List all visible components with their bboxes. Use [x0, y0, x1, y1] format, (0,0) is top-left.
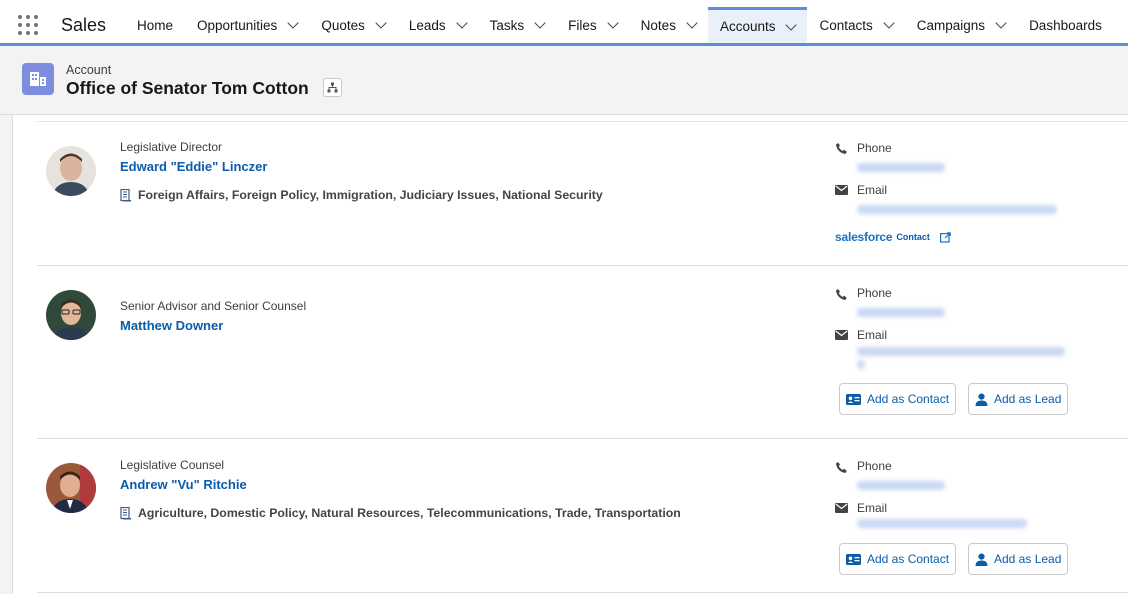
- tab-label: Opportunities: [197, 17, 278, 33]
- phone-value-redacted: [857, 163, 945, 172]
- external-link-icon: [939, 231, 951, 243]
- hierarchy-button[interactable]: [323, 78, 342, 97]
- tab-contacts[interactable]: Contacts: [807, 7, 904, 43]
- phone-label: Phone: [857, 141, 892, 155]
- email-label: Email: [857, 501, 888, 515]
- chevron-down-icon[interactable]: [686, 17, 698, 29]
- contact-card-icon: [846, 553, 861, 565]
- email-label: Email: [857, 328, 888, 342]
- person-name-link[interactable]: Edward "Eddie" Linczer: [120, 159, 267, 174]
- add-as-lead-label: Add as Lead: [994, 552, 1062, 566]
- tab-label: Leads: [408, 17, 446, 33]
- record-header: Account Office of Senator Tom Cotton: [0, 49, 1128, 115]
- salesforce-contact-link[interactable]: salesforce Contact: [835, 230, 951, 244]
- add-as-contact-button[interactable]: Add as Contact: [839, 543, 957, 575]
- salesforce-brand: salesforce: [835, 230, 893, 244]
- tab-label: Files: [568, 17, 597, 33]
- tab-campaigns[interactable]: Campaigns: [905, 7, 1017, 43]
- person-name-link[interactable]: Andrew "Vu" Ritchie: [120, 477, 247, 492]
- add-as-contact-button[interactable]: Add as Contact: [839, 383, 957, 415]
- nav-tabs: Home Opportunities Quotes Leads Tasks Fi…: [125, 7, 1114, 43]
- phone-icon: [836, 143, 847, 154]
- email-value-redacted: [857, 519, 1027, 528]
- avatar: [46, 463, 96, 513]
- tab-label: Accounts: [719, 19, 776, 34]
- chevron-down-icon[interactable]: [287, 17, 299, 29]
- chevron-down-icon[interactable]: [785, 18, 798, 31]
- page-title: Office of Senator Tom Cotton: [66, 78, 309, 98]
- app-name: Sales: [61, 15, 107, 35]
- salesforce-contact-label: Contact: [896, 232, 930, 242]
- tab-accounts[interactable]: Accounts: [707, 7, 808, 43]
- add-as-contact-label: Add as Contact: [867, 392, 950, 406]
- phone-value-redacted: [857, 308, 945, 317]
- issue-list: Foreign Affairs, Foreign Policy, Immigra…: [120, 188, 603, 202]
- chevron-down-icon[interactable]: [455, 17, 468, 29]
- chevron-down-icon[interactable]: [883, 17, 895, 29]
- contact-card-icon: [846, 393, 861, 405]
- chevron-down-icon[interactable]: [607, 17, 619, 29]
- document-icon: [120, 188, 131, 201]
- list-item: Senior Advisor and Senior Counsel Matthe…: [37, 266, 1128, 439]
- list-item: Legislative Director Edward "Eddie" Linc…: [37, 121, 1128, 266]
- tab-label: Tasks: [489, 17, 525, 33]
- tab-home[interactable]: Home: [125, 7, 185, 43]
- tab-dashboards[interactable]: Dashboards: [1017, 7, 1114, 43]
- add-as-lead-label: Add as Lead: [994, 392, 1062, 406]
- email-icon: [835, 503, 848, 513]
- user-icon: [975, 393, 988, 406]
- staff-list-panel: Legislative Director Edward "Eddie" Linc…: [12, 115, 1128, 594]
- phone-value-redacted: [857, 481, 945, 490]
- tab-label: Notes: [640, 17, 676, 33]
- tab-label: Campaigns: [916, 17, 986, 33]
- issue-text: Foreign Affairs, Foreign Policy, Immigra…: [138, 188, 603, 202]
- email-label: Email: [857, 183, 888, 197]
- email-icon: [835, 330, 848, 340]
- object-label: Account: [66, 63, 112, 77]
- phone-icon: [836, 289, 847, 300]
- email-value-redacted: [857, 347, 1065, 356]
- tab-tasks[interactable]: Tasks: [478, 7, 557, 43]
- email-value-redacted-wrap: [857, 360, 865, 369]
- phone-label: Phone: [857, 459, 892, 473]
- email-icon: [835, 185, 848, 195]
- add-as-lead-button[interactable]: Add as Lead: [968, 543, 1069, 575]
- phone-icon: [836, 462, 847, 473]
- chevron-down-icon[interactable]: [375, 17, 387, 29]
- email-value-redacted: [857, 205, 1057, 214]
- user-icon: [975, 553, 988, 566]
- add-as-contact-label: Add as Contact: [867, 552, 950, 566]
- tab-label: Quotes: [321, 17, 365, 33]
- hierarchy-icon: [327, 82, 338, 93]
- list-item: Legislative Counsel Andrew "Vu" Ritchie …: [37, 439, 1128, 593]
- phone-label: Phone: [857, 286, 892, 300]
- person-title: Legislative Director: [120, 140, 223, 154]
- tab-label: Contacts: [819, 17, 873, 33]
- document-icon: [120, 506, 131, 519]
- chevron-down-icon[interactable]: [534, 17, 546, 29]
- person-title: Senior Advisor and Senior Counsel: [120, 299, 307, 313]
- issue-text: Agriculture, Domestic Policy, Natural Re…: [138, 506, 681, 520]
- chevron-down-icon[interactable]: [995, 17, 1007, 29]
- tab-files[interactable]: Files: [556, 7, 629, 43]
- global-nav: Sales Home Opportunities Quotes Leads Ta…: [0, 0, 1128, 46]
- account-icon: [22, 63, 54, 95]
- tab-label: Home: [137, 17, 174, 33]
- avatar: [46, 290, 96, 340]
- issue-list: Agriculture, Domestic Policy, Natural Re…: [120, 506, 681, 520]
- tab-opportunities[interactable]: Opportunities: [185, 7, 309, 43]
- app-launcher-icon[interactable]: [18, 15, 38, 35]
- tab-leads[interactable]: Leads: [397, 7, 478, 43]
- tab-quotes[interactable]: Quotes: [309, 7, 397, 43]
- avatar: [46, 146, 96, 196]
- tab-notes[interactable]: Notes: [629, 7, 708, 43]
- add-as-lead-button[interactable]: Add as Lead: [968, 383, 1069, 415]
- person-name-link[interactable]: Matthew Downer: [120, 318, 223, 333]
- tab-label: Dashboards: [1029, 17, 1102, 33]
- person-title: Legislative Counsel: [120, 458, 225, 472]
